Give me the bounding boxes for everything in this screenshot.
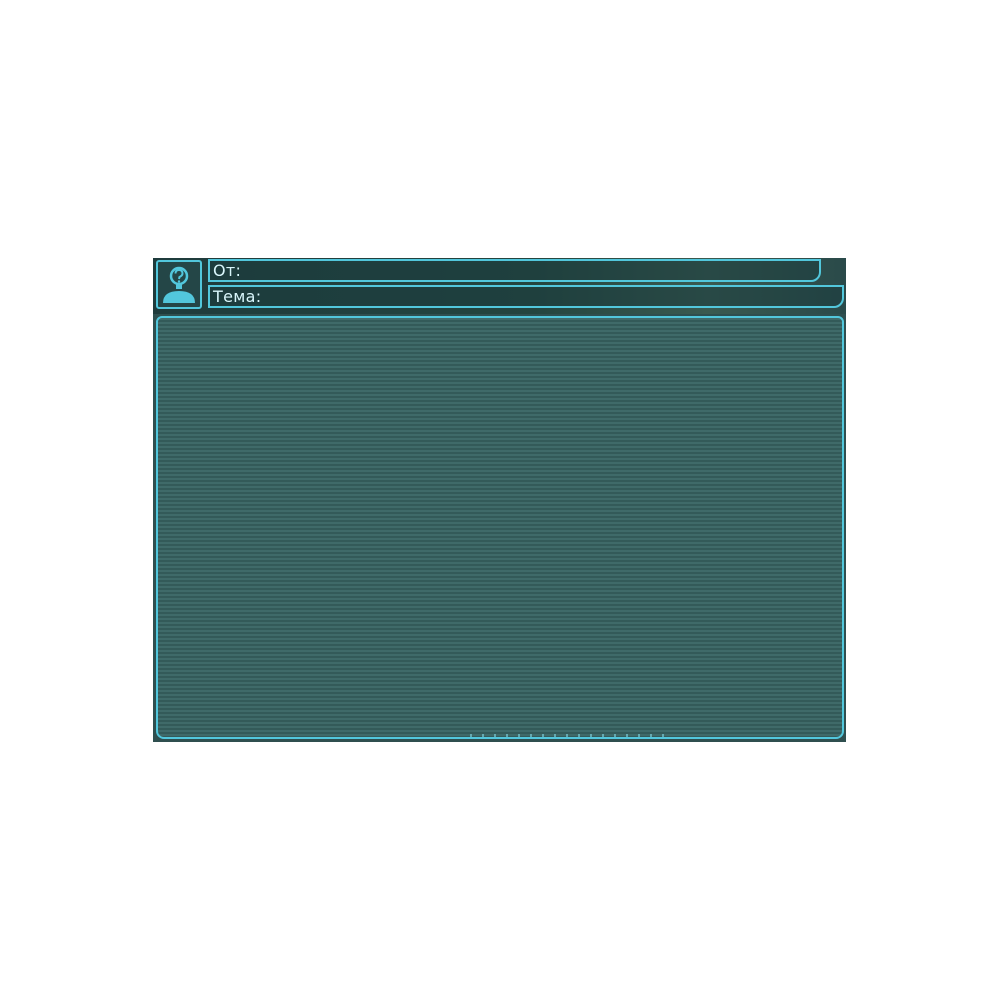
from-label: От: xyxy=(213,261,242,280)
mail-message-window: От: Тема: xyxy=(153,258,846,742)
message-body-panel[interactable] xyxy=(156,316,844,739)
from-field: От: xyxy=(208,259,821,282)
panel-bottom-ticks xyxy=(470,734,670,737)
sender-avatar[interactable] xyxy=(156,260,202,309)
subject-label: Тема: xyxy=(213,287,262,306)
subject-field: Тема: xyxy=(208,285,844,308)
message-body-text xyxy=(172,328,828,727)
unknown-person-icon xyxy=(163,266,195,303)
